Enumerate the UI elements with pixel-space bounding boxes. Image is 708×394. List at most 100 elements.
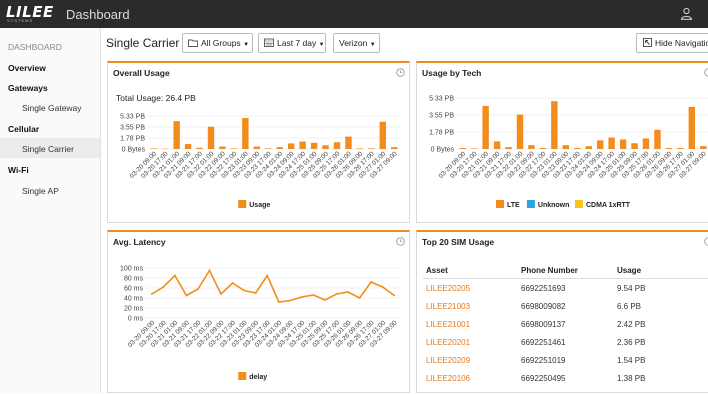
y-tick-label: 0 ms <box>128 316 144 323</box>
y-tick-label: 60 ms <box>124 286 144 293</box>
sidebar-item-gateways[interactable]: Gateways <box>8 83 48 93</box>
calendar-icon <box>264 38 274 47</box>
sim-asset-link[interactable]: LILEE21003 <box>426 302 470 311</box>
bar-lte <box>494 141 500 149</box>
bar-usage <box>208 127 214 149</box>
top-sim-usage-panel: Top 20 SIM Usage Asset Phone Number Usag… <box>416 230 708 393</box>
point-delay <box>301 296 303 298</box>
bar-lte <box>586 146 592 149</box>
hide-navigation-button[interactable]: Hide Navigation <box>636 33 708 53</box>
sim-asset-link[interactable]: LILEE20201 <box>426 338 470 347</box>
bar-lte <box>608 138 614 149</box>
collapse-icon <box>643 38 652 47</box>
bar-usage <box>368 148 374 149</box>
bar-lte <box>677 148 683 149</box>
clock-icon[interactable] <box>704 68 708 77</box>
column-header-usage: Usage <box>617 266 641 275</box>
sim-phone: 6692251693 <box>521 284 566 293</box>
y-tick-label: 5.33 PB <box>429 96 454 103</box>
y-tick-label: 1.78 PB <box>429 130 454 137</box>
carrier-label: Verizon <box>339 38 367 48</box>
bar-usage <box>288 143 294 149</box>
overall-usage-panel: Overall Usage Total Usage: 26.4 PB 0 Byt… <box>107 61 410 223</box>
bar-usage <box>277 147 283 149</box>
brand-logo[interactable]: LILEE SYSTEMS <box>6 3 52 25</box>
column-header-asset: Asset <box>426 266 448 275</box>
sim-phone: 6692251019 <box>521 356 566 365</box>
point-delay <box>186 295 188 297</box>
column-header-phone: Phone Number <box>521 266 578 275</box>
sidebar-item-cellular[interactable]: Cellular <box>8 124 39 134</box>
sim-asset-link[interactable]: LILEE20106 <box>426 374 470 383</box>
point-delay <box>174 275 176 277</box>
y-tick-label: 100 ms <box>120 266 143 273</box>
sim-asset-link[interactable]: LILEE20205 <box>426 284 470 293</box>
bar-lte <box>540 148 546 149</box>
legend-label-delay: delay <box>249 374 267 381</box>
bar-usage <box>173 121 179 149</box>
bar-lte <box>643 138 649 149</box>
header-divider <box>423 278 708 279</box>
bar-lte <box>505 147 511 149</box>
bar-lte <box>689 107 695 149</box>
y-tick-label: 1.78 PB <box>120 136 145 143</box>
user-icon[interactable] <box>680 7 693 20</box>
carrier-dropdown[interactable]: Verizon ▼ <box>333 33 380 53</box>
y-tick-label: 40 ms <box>124 296 144 303</box>
avg-latency-chart: 0 ms20 ms40 ms60 ms80 ms100 ms03-20 09:0… <box>108 254 408 394</box>
sim-table: Asset Phone Number Usage LILEE20205 6692… <box>417 232 708 392</box>
sim-usage: 6.6 PB <box>617 302 641 311</box>
sidebar-item-overview[interactable]: Overview <box>8 63 46 73</box>
bar-usage <box>196 148 202 149</box>
bar-usage <box>334 142 340 149</box>
avg-latency-panel: Avg. Latency 0 ms20 ms40 ms60 ms80 ms100… <box>107 230 410 393</box>
legend-label-lte: LTE <box>507 202 520 209</box>
bar-usage <box>242 118 248 149</box>
usage-by-tech-chart: 0 Bytes1.78 PB3.55 PB5.33 PB03-20 09:000… <box>417 87 708 222</box>
y-tick-label: 0 Bytes <box>431 147 455 154</box>
legend-label-unknown: Unknown <box>538 202 570 209</box>
sim-asset-link[interactable]: LILEE21001 <box>426 320 470 329</box>
legend-swatch-delay <box>238 372 246 380</box>
point-delay <box>197 288 199 290</box>
bar-lte <box>654 130 660 149</box>
bar-lte <box>620 139 626 149</box>
line-delay <box>152 271 394 303</box>
sidebar-item-single-carrier[interactable]: Single Carrier <box>22 144 74 154</box>
point-delay <box>243 290 245 292</box>
sidebar-item-single-ap[interactable]: Single AP <box>22 186 59 196</box>
bar-usage <box>151 148 157 149</box>
bar-lte <box>517 115 523 149</box>
y-tick-label: 0 Bytes <box>122 147 146 154</box>
point-delay <box>324 299 326 301</box>
sidebar: DASHBOARD Overview Gateways Single Gatew… <box>0 28 101 393</box>
sim-asset-link[interactable]: LILEE20209 <box>426 356 470 365</box>
bar-usage <box>391 147 397 149</box>
clock-icon[interactable] <box>396 237 405 246</box>
legend-label-usage: Usage <box>249 202 270 209</box>
sim-phone: 6698009082 <box>521 302 566 311</box>
sidebar-item-single-gateway[interactable]: Single Gateway <box>22 103 82 113</box>
bar-lte <box>631 143 637 149</box>
point-delay <box>370 281 372 283</box>
sidebar-item-wifi[interactable]: Wi-Fi <box>8 165 29 175</box>
point-delay <box>162 286 164 288</box>
legend-label-cdma-1xrtt: CDMA 1xRTT <box>586 202 631 209</box>
sim-usage: 1.38 PB <box>617 374 645 383</box>
clock-icon[interactable] <box>396 68 405 77</box>
y-tick-label: 3.55 PB <box>429 113 454 120</box>
point-delay <box>209 270 211 272</box>
bar-usage <box>254 147 260 149</box>
groups-dropdown[interactable]: All Groups ▼ <box>182 33 253 53</box>
legend-swatch-unknown <box>527 200 535 208</box>
range-dropdown[interactable]: Last 7 day ▼ <box>258 33 326 53</box>
app-title: Dashboard <box>66 7 130 22</box>
caret-down-icon: ▼ <box>319 42 325 48</box>
bar-usage <box>299 142 305 149</box>
bar-lte <box>666 148 672 149</box>
groups-label: All Groups <box>201 38 241 48</box>
legend-swatch-usage <box>238 200 246 208</box>
bar-usage <box>311 143 317 149</box>
legend-swatch-cdma-1xrtt <box>575 200 583 208</box>
y-tick-label: 80 ms <box>124 276 144 283</box>
